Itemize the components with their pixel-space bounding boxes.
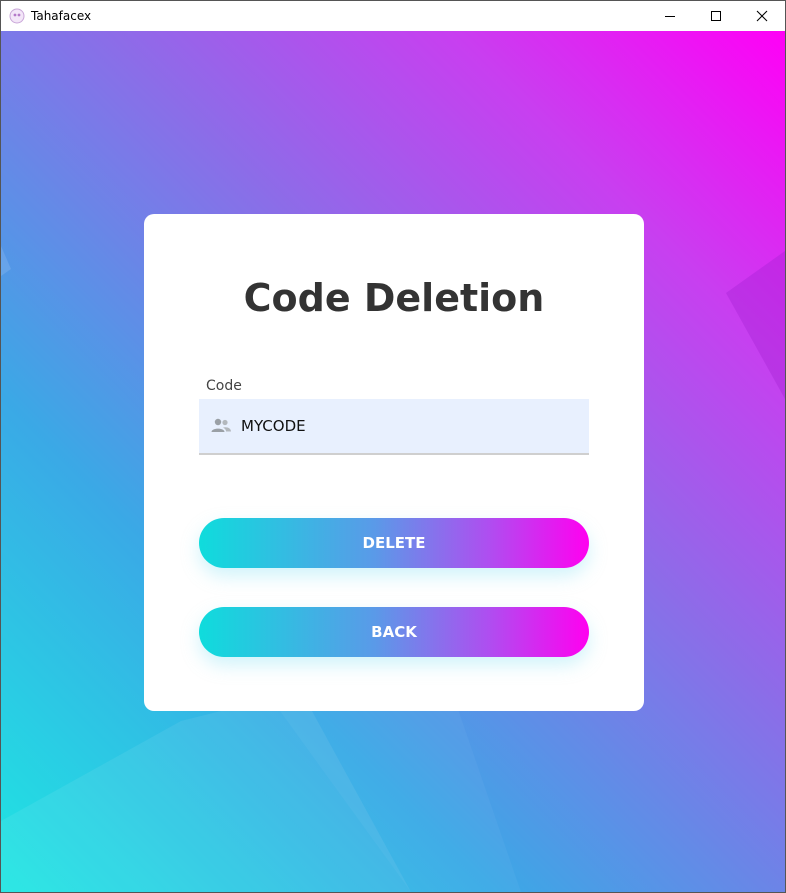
app-window: Tahafacex Code Deletion Code MYCODE DELE…	[0, 0, 786, 893]
page-title: Code Deletion	[243, 276, 545, 320]
code-field-label: Code	[206, 378, 242, 394]
code-deletion-card: Code Deletion Code DELETE BACK	[144, 214, 644, 711]
minimize-button[interactable]	[647, 1, 693, 31]
code-field[interactable]	[199, 399, 589, 455]
maximize-button[interactable]	[693, 1, 739, 31]
delete-button[interactable]: DELETE	[199, 518, 589, 568]
back-button[interactable]: BACK	[199, 607, 589, 657]
window-title: Tahafacex	[31, 9, 92, 23]
code-input[interactable]	[241, 399, 581, 453]
minimize-icon	[665, 16, 675, 17]
app-content: Code Deletion Code DELETE BACK	[1, 31, 785, 892]
users-icon	[211, 418, 231, 432]
title-bar[interactable]: Tahafacex	[1, 1, 785, 31]
app-logo-icon	[9, 8, 25, 24]
maximize-icon	[711, 11, 721, 21]
close-icon	[756, 10, 768, 22]
close-button[interactable]	[739, 1, 785, 31]
